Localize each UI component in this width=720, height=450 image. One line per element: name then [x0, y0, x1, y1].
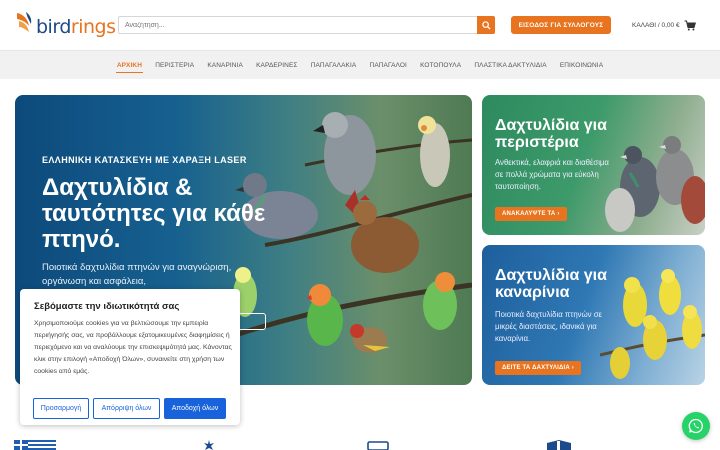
main-navigation: ΑΡΧΙΚΗ ΠΕΡΙΣΤΕΡΙΑ ΚΑΝΑΡΙΝΙΑ ΚΑΡΔΕΡΙΝΕΣ Π…: [0, 50, 720, 79]
pigeon-card-title: Δαχτυλίδια για περιστέρια: [495, 117, 607, 151]
cookie-title: Σεβόμαστε την ιδιωτικότητά σας: [34, 301, 180, 312]
whatsapp-icon: [688, 418, 703, 434]
hero-subtitle: Ποιοτικά δαχτυλίδια πτηνών για αναγνώρισ…: [42, 262, 232, 287]
canary-card-text: Ποιοτικά δαχτυλίδια πτηνών σε μικρές δια…: [495, 310, 603, 343]
pigeon-card-text: Ανθεκτικά, ελαφριά και διαθέσιμα σε πολλ…: [495, 158, 609, 191]
nav-item-chickens[interactable]: ΚΟΤΟΠΟΥΛΑ: [413, 51, 467, 80]
cookie-body: Χρησιμοποιούμε cookies για να βελτιώσουμ…: [34, 320, 232, 375]
nav-item-budgies[interactable]: ΠΑΠΑΓΑΛΑΚΙΑ: [304, 51, 363, 80]
hero-eyebrow: ΕΛΛΗΝΙΚΗ ΚΑΤΑΣΚΕΥΗ ΜΕ ΧΑΡΑΞΗ LASER: [42, 155, 247, 165]
canary-rings-card[interactable]: Δαχτυλίδια για καναρίνια Ποιοτικά δαχτυλ…: [482, 245, 705, 385]
club-login-button[interactable]: ΕΙΣΟΔΟΣ ΓΙΑ ΣΥΛΛΟΓΟΥΣ: [511, 16, 611, 34]
site-header: birdrings ΕΙΣΟΔΟΣ ΓΙΑ ΣΥΛΛΟΓΟΥΣ ΚΑΛΑΘΙ /…: [0, 0, 720, 50]
search-button[interactable]: [477, 16, 495, 34]
site-logo[interactable]: birdrings: [14, 10, 116, 40]
nav-item-parrots[interactable]: ΠΑΠΑΓΑΛΟΙ: [363, 51, 414, 80]
cart-icon: [684, 19, 696, 30]
laser-icon: [204, 440, 214, 450]
logo-wordmark: birdrings: [36, 16, 116, 38]
search-icon: [481, 20, 491, 30]
search-input[interactable]: [119, 17, 477, 33]
search-bar: [118, 16, 495, 34]
cookie-accept-button[interactable]: Αποδοχή όλων: [164, 398, 226, 419]
pigeon-card-button[interactable]: ΑΝΑΚΑΛΥΨΤΕ ΤΑ ›: [495, 207, 567, 221]
nav-item-home[interactable]: ΑΡΧΙΚΗ: [110, 51, 148, 80]
shield-icon: [547, 440, 571, 450]
nav-item-contact[interactable]: ΕΠΙΚΟΙΝΩΝΙΑ: [553, 51, 610, 80]
canary-card-title: Δαχτυλίδια για καναρίνια: [495, 267, 607, 301]
greek-flag-icon: [14, 440, 56, 450]
cookie-customize-button[interactable]: Προσαρμογή: [33, 398, 89, 419]
cart-label: ΚΑΛΑΘΙ / 0,00 €: [632, 21, 680, 29]
pigeon-rings-card[interactable]: Δαχτυλίδια για περιστέρια Ανθεκτικά, ελα…: [482, 95, 705, 235]
whatsapp-button[interactable]: [682, 412, 710, 440]
cookie-consent-banner: Σεβόμαστε την ιδιωτικότητά σας Χρησιμοπο…: [20, 289, 240, 425]
cart-link[interactable]: ΚΑΛΑΘΙ / 0,00 €: [632, 17, 696, 33]
nav-item-goldfinches[interactable]: ΚΑΡΔΕΡΙΝΕΣ: [250, 51, 305, 80]
nav-item-plastic-rings[interactable]: ΠΛΑΣΤΙΚΑ ΔΑΚΤΥΛΙΔΙΑ: [468, 51, 553, 80]
canary-card-button[interactable]: ΔΕΙΤΕ ΤΑ ΔΑΧΤΥΛΙΔΙΑ ›: [495, 361, 581, 375]
delivery-icon: [367, 441, 389, 450]
bird-logo-icon: [17, 12, 32, 32]
logo-text-rings: rings: [70, 16, 116, 38]
cookie-reject-button[interactable]: Απόρριψη όλων: [93, 398, 160, 419]
nav-item-pigeons[interactable]: ΠΕΡΙΣΤΕΡΙΑ: [149, 51, 201, 80]
hero-title: Δαχτυλίδια & ταυτότητες για κάθε πτηνό.: [42, 174, 266, 253]
canaries-image: [600, 269, 705, 379]
pigeons-image: [605, 136, 705, 232]
nav-item-canaries[interactable]: ΚΑΝΑΡΙΝΙΑ: [201, 51, 250, 80]
logo-text-bird: bird: [36, 16, 71, 38]
